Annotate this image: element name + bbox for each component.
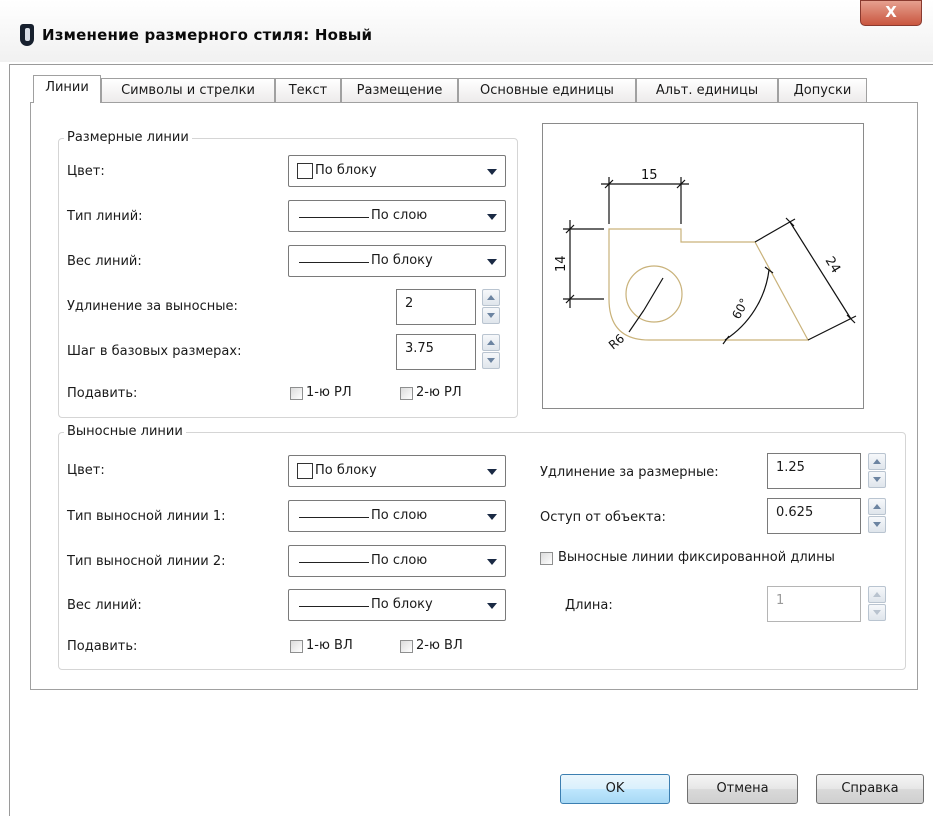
- tab-alternate-units[interactable]: Альт. единицы: [636, 78, 778, 103]
- chevron-down-icon[interactable]: [479, 456, 505, 486]
- ext-offset-spinner[interactable]: [868, 498, 886, 534]
- ext-extend-input[interactable]: 1.25: [767, 453, 861, 489]
- app-icon: [20, 24, 34, 46]
- suppress-dim1-checkbox[interactable]: [290, 387, 303, 400]
- preview-drawing: 15 14 24 60° R6: [554, 168, 857, 352]
- cancel-button[interactable]: Отмена: [687, 774, 798, 804]
- dim-color-select[interactable]: По блоку: [288, 155, 506, 187]
- ext-type2-select[interactable]: По слою: [288, 545, 506, 577]
- preview-dim-right: 24: [822, 254, 843, 276]
- suppress-dim1-label: 1-ю РЛ: [306, 385, 352, 400]
- spin-up-icon[interactable]: [482, 334, 500, 351]
- dimension-lines-group-label: Размерные линии: [64, 130, 192, 145]
- ext-color-value: По блоку: [315, 463, 377, 478]
- length-input[interactable]: 1: [767, 586, 861, 622]
- dim-linetype-label: Тип линий:: [67, 209, 143, 224]
- chevron-down-icon[interactable]: [479, 546, 505, 576]
- ext-offset-label: Оступ от объекта:: [540, 510, 666, 525]
- window-title: Изменение размерного стиля: Новый: [42, 26, 373, 44]
- ext-offset-input[interactable]: 0.625: [767, 498, 861, 534]
- suppress-dim2-label: 2-ю РЛ: [416, 385, 462, 400]
- spin-down-icon[interactable]: [482, 307, 500, 324]
- extension-lines-group-label: Выносные линии: [64, 424, 186, 439]
- ext-suppress-label: Подавить:: [67, 639, 138, 654]
- suppress-ext1-checkbox[interactable]: [290, 640, 303, 653]
- length-spinner[interactable]: [868, 586, 886, 622]
- ext-type1-value: По слою: [371, 508, 428, 523]
- spin-down-icon[interactable]: [482, 352, 500, 369]
- chevron-down-icon[interactable]: [479, 246, 505, 276]
- dim-baseline-spinner[interactable]: [482, 334, 500, 370]
- spin-up-icon[interactable]: [868, 586, 886, 603]
- dim-color-label: Цвет:: [67, 164, 105, 179]
- dim-extend-spinner[interactable]: [482, 289, 500, 325]
- dim-extend-label: Удлинение за выносные:: [67, 299, 238, 314]
- dim-lineweight-label: Вес линий:: [67, 254, 142, 269]
- dim-color-value: По блоку: [315, 163, 377, 178]
- spin-up-icon[interactable]: [868, 453, 886, 470]
- help-button[interactable]: Справка: [816, 774, 924, 804]
- spin-up-icon[interactable]: [482, 289, 500, 306]
- suppress-dim2-checkbox[interactable]: [400, 387, 413, 400]
- ext-lineweight-value: По блоку: [371, 597, 433, 612]
- tab-tolerances[interactable]: Допуски: [778, 78, 867, 103]
- suppress-ext2-checkbox[interactable]: [400, 640, 413, 653]
- suppress-ext2-label: 2-ю ВЛ: [416, 638, 463, 653]
- spin-down-icon[interactable]: [868, 516, 886, 533]
- ext-color-select[interactable]: По блоку: [288, 455, 506, 487]
- ext-lineweight-select[interactable]: По блоку: [288, 589, 506, 621]
- preview-shape-outline: [608, 228, 810, 341]
- ok-button[interactable]: OK: [560, 774, 670, 804]
- line-sample: [299, 262, 369, 263]
- dim-extend-input[interactable]: 2: [396, 289, 476, 325]
- fixed-length-checkbox[interactable]: [540, 552, 553, 565]
- color-swatch-icon: [297, 463, 313, 479]
- tab-fit[interactable]: Размещение: [341, 78, 458, 103]
- dim-suppress-label: Подавить:: [67, 386, 138, 401]
- spin-down-icon[interactable]: [868, 604, 886, 621]
- chevron-down-icon[interactable]: [479, 590, 505, 620]
- dim-lineweight-value: По блоку: [371, 253, 433, 268]
- line-sample: [299, 562, 369, 563]
- line-sample: [299, 517, 369, 518]
- ext-type2-value: По слою: [371, 553, 428, 568]
- ext-type2-label: Тип выносной линии 2:: [67, 554, 226, 569]
- dim-linetype-select[interactable]: По слою: [288, 200, 506, 232]
- ext-type1-select[interactable]: По слою: [288, 500, 506, 532]
- spin-up-icon[interactable]: [868, 498, 886, 515]
- chevron-down-icon[interactable]: [479, 201, 505, 231]
- ext-extend-spinner[interactable]: [868, 453, 886, 489]
- close-button[interactable]: X: [860, 0, 922, 26]
- preview-dim-left: 14: [554, 255, 569, 272]
- dim-baseline-input[interactable]: 3.75: [396, 334, 476, 370]
- dim-linetype-value: По слою: [371, 208, 428, 223]
- ext-extend-label: Удлинение за размерные:: [540, 465, 719, 480]
- ext-lineweight-label: Вес линий:: [67, 598, 142, 613]
- ext-color-label: Цвет:: [67, 463, 105, 478]
- line-sample: [299, 606, 369, 607]
- dim-lineweight-select[interactable]: По блоку: [288, 245, 506, 277]
- fixed-length-label: Выносные линии фиксированной длины: [558, 550, 835, 565]
- preview-dim-top: 15: [641, 168, 658, 183]
- tab-primary-units[interactable]: Основные единицы: [458, 78, 636, 103]
- close-icon: X: [885, 3, 897, 21]
- spin-down-icon[interactable]: [868, 471, 886, 488]
- ext-type1-label: Тип выносной линии 1:: [67, 509, 226, 524]
- length-label: Длина:: [565, 598, 613, 613]
- suppress-ext1-label: 1-ю ВЛ: [306, 638, 353, 653]
- preview-panel: 15 14 24 60° R6: [542, 123, 864, 409]
- tab-lines[interactable]: Линии: [33, 75, 101, 103]
- preview-dim-angle: 60°: [729, 296, 751, 321]
- dim-baseline-label: Шаг в базовых размерах:: [67, 344, 242, 359]
- chevron-down-icon[interactable]: [479, 501, 505, 531]
- chevron-down-icon[interactable]: [479, 156, 505, 186]
- color-swatch-icon: [297, 163, 313, 179]
- line-sample: [299, 217, 369, 218]
- tab-symbols-arrows[interactable]: Символы и стрелки: [101, 78, 275, 103]
- tab-text[interactable]: Текст: [275, 78, 341, 103]
